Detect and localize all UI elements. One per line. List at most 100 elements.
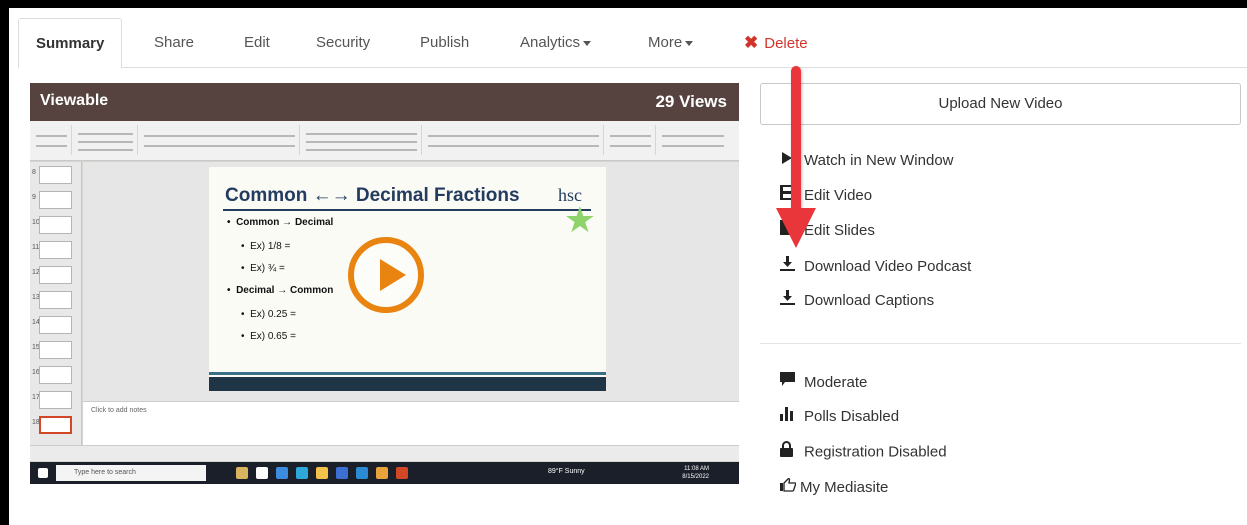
slide-thumbnail <box>39 216 72 234</box>
tab-security[interactable]: Security <box>316 18 370 68</box>
windows-taskbar: Type here to search 89°F Sunny 11:08 AM 8… <box>30 462 739 484</box>
thumb-number: 8 <box>32 169 36 176</box>
taskbar-app-icon <box>236 467 248 479</box>
clock-date: 8/15/2022 <box>682 474 709 480</box>
window-frame-top <box>0 0 1247 8</box>
slide-footer-bar <box>209 377 606 391</box>
slide-thumbnail <box>39 291 72 309</box>
caret-down-icon <box>685 40 694 46</box>
star-icon: ★ <box>563 199 596 240</box>
taskbar-app-icon <box>276 467 288 479</box>
slide-title: Common ←→ Decimal Fractions <box>225 185 520 206</box>
ppt-status-bar <box>30 445 739 461</box>
tab-share[interactable]: Share <box>154 18 194 68</box>
thumb-number: 9 <box>32 194 36 201</box>
taskbar-app-icon <box>256 467 268 479</box>
comment-icon <box>780 372 804 394</box>
taskbar-weather: 89°F Sunny <box>548 468 585 475</box>
tab-delete[interactable]: ✖ Delete <box>744 18 808 68</box>
annotation-arrow-shaft <box>791 66 801 216</box>
bullet-text: Ex) ¾ = <box>250 263 285 274</box>
polls-disabled-link[interactable]: Polls Disabled <box>780 406 899 428</box>
ppt-ribbon <box>30 121 739 161</box>
tab-label: Share <box>154 34 195 51</box>
tab-publish[interactable]: Publish <box>420 18 469 68</box>
taskbar-app-icon <box>396 467 408 479</box>
watch-new-window-link[interactable]: Watch in New Window <box>780 150 954 172</box>
slide-thumbnail <box>39 241 72 259</box>
bar-chart-icon <box>780 406 804 428</box>
tab-analytics[interactable]: Analytics <box>520 18 592 68</box>
taskbar-app-icon <box>376 467 388 479</box>
action-label: Moderate <box>804 374 868 391</box>
slide-thumbnail <box>39 166 72 184</box>
action-label: Edit Video <box>804 187 873 204</box>
slide-thumbnail <box>39 391 72 409</box>
pointing-hand-icon <box>780 477 800 499</box>
play-button[interactable] <box>348 237 424 313</box>
ribbon-group <box>424 125 604 155</box>
bullet-text: Common → Decimal <box>236 217 334 228</box>
slide-bullet: • Common → Decimal <box>227 217 334 228</box>
notes-placeholder: Click to add notes <box>91 407 147 414</box>
download-icon <box>780 290 804 312</box>
action-label: Watch in New Window <box>804 152 954 169</box>
tab-summary[interactable]: Summary <box>18 18 123 69</box>
tab-label: More <box>648 34 683 51</box>
clock-time: 11:08 AM <box>684 466 709 472</box>
taskbar-search: Type here to search <box>56 465 206 481</box>
registration-disabled-link[interactable]: Registration Disabled <box>780 441 947 463</box>
video-player[interactable]: 8 9 10 11 12 13 14 15 16 17 18 Common ←→… <box>30 83 739 484</box>
my-mediasite-link[interactable]: My Mediasite <box>780 477 888 499</box>
annotation-arrow-head <box>776 208 816 248</box>
slide-title-rule <box>223 209 591 211</box>
tab-label: Summary <box>36 35 105 52</box>
close-icon: ✖ <box>744 33 759 52</box>
video-status: Viewable <box>40 92 109 109</box>
taskbar-app-icon <box>316 467 328 479</box>
tab-label: Security <box>316 34 371 51</box>
download-video-podcast-link[interactable]: Download Video Podcast <box>780 256 971 278</box>
slide-thumbnail-selected <box>39 416 72 434</box>
slide-bullet: • Ex) 0.65 = <box>241 331 296 342</box>
taskbar-clock: 11:08 AM 8/15/2022 <box>682 465 709 481</box>
slide-bullet: • Ex) 1/8 = <box>241 241 291 252</box>
slide-footer-line <box>209 372 606 375</box>
caret-down-icon <box>583 40 592 46</box>
slide-bullet: • Ex) 0.25 = <box>241 309 296 320</box>
bullet-text: Ex) 0.65 = <box>250 331 296 342</box>
windows-start-icon <box>38 468 48 478</box>
upload-new-video-button[interactable]: Upload New Video <box>760 83 1241 125</box>
download-captions-link[interactable]: Download Captions <box>780 290 934 312</box>
moderate-link[interactable]: Moderate <box>780 372 867 394</box>
tab-edit[interactable]: Edit <box>244 18 270 68</box>
action-label: Download Captions <box>804 292 935 309</box>
taskbar-app-icon <box>296 467 308 479</box>
tab-more[interactable]: More <box>648 18 694 68</box>
action-label: Download Video Podcast <box>804 258 972 275</box>
notes-pane: Click to add notes <box>83 401 739 445</box>
tab-label: Publish <box>420 34 470 51</box>
ribbon-group <box>606 125 656 155</box>
action-label: Polls Disabled <box>804 408 900 425</box>
action-label: My Mediasite <box>800 479 889 496</box>
lock-icon <box>780 441 804 464</box>
ribbon-group <box>658 125 728 155</box>
tab-label: Delete <box>764 35 808 52</box>
download-icon <box>780 256 804 278</box>
tab-label: Analytics <box>520 34 581 51</box>
panel-divider <box>760 343 1241 344</box>
action-label: Registration Disabled <box>804 443 947 461</box>
ribbon-group <box>302 125 422 155</box>
slide-thumbnail <box>39 341 72 359</box>
slide-bullet: • Ex) ¾ = <box>241 263 285 274</box>
taskbar-app-icon <box>336 467 348 479</box>
window-frame-left <box>0 0 9 525</box>
video-overlay-bar: Viewable 29 Views <box>30 83 739 121</box>
bullet-text: Ex) 1/8 = <box>250 241 291 252</box>
taskbar-app-icon <box>356 467 368 479</box>
tab-bar: Summary Share Edit Security Publish Anal… <box>18 18 1247 69</box>
slide-bullet: • Decimal → Common <box>227 285 334 296</box>
slide-thumbnails: 8 9 10 11 12 13 14 15 16 17 18 <box>30 162 82 445</box>
view-count: 29 Views <box>655 92 727 111</box>
